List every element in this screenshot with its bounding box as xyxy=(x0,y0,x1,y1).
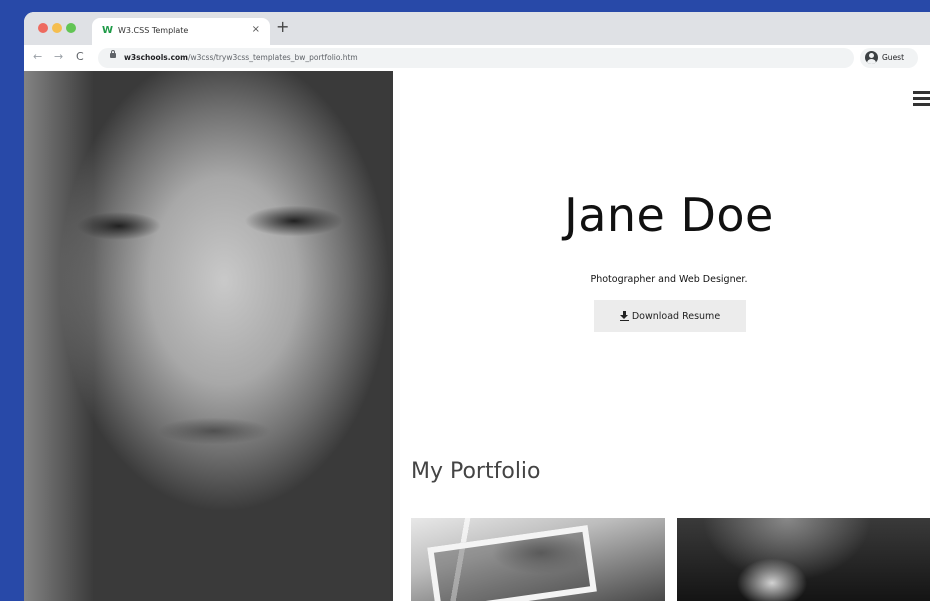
hamburger-icon[interactable] xyxy=(913,91,930,107)
forward-button[interactable]: → xyxy=(54,50,63,64)
lock-icon[interactable] xyxy=(110,50,116,58)
portfolio-thumbnail[interactable] xyxy=(677,518,930,601)
profile-label: Guest xyxy=(882,53,905,62)
hamburger-bar-icon xyxy=(913,97,930,100)
portrait-image xyxy=(24,71,393,601)
reload-button[interactable]: C xyxy=(76,50,84,64)
portfolio-title: My Portfolio xyxy=(411,459,541,484)
tab-strip: W W3.CSS Template × + xyxy=(24,12,930,45)
profile-button[interactable]: Guest xyxy=(860,48,918,68)
url-path: /w3css/tryw3css_templates_bw_portfolio.h… xyxy=(188,53,358,62)
url-host: w3schools.com xyxy=(124,53,188,62)
hero-tagline: Photographer and Web Designer. xyxy=(590,274,748,285)
maximize-window-button[interactable] xyxy=(66,23,76,33)
portfolio-thumbnail[interactable] xyxy=(411,518,665,601)
browser-window: W W3.CSS Template × + ← → C w3schools.co… xyxy=(24,12,930,601)
download-icon xyxy=(619,311,629,321)
download-resume-label: Download Resume xyxy=(631,310,721,322)
close-window-button[interactable] xyxy=(38,23,48,33)
tab-close-icon[interactable]: × xyxy=(252,24,260,35)
tab-w3css-template[interactable]: W W3.CSS Template × xyxy=(92,18,270,45)
minimize-window-button[interactable] xyxy=(52,23,62,33)
download-resume-button[interactable]: Download Resume xyxy=(594,300,746,332)
address-bar[interactable]: w3schools.com/w3css/tryw3css_templates_b… xyxy=(98,48,854,68)
new-tab-button[interactable]: + xyxy=(276,19,289,35)
tab-title: W3.CSS Template xyxy=(118,26,189,35)
hero-name: Jane Doe xyxy=(564,188,774,242)
w3schools-favicon-icon: W xyxy=(102,25,114,36)
back-button[interactable]: ← xyxy=(33,50,42,64)
profile-icon xyxy=(865,51,878,64)
page-content: Jane Doe Photographer and Web Designer. … xyxy=(24,71,930,601)
address-url[interactable]: w3schools.com/w3css/tryw3css_templates_b… xyxy=(124,53,358,62)
hamburger-bar-icon xyxy=(913,103,930,106)
hamburger-bar-icon xyxy=(913,91,930,94)
browser-toolbar: ← → C w3schools.com/w3css/tryw3css_templ… xyxy=(24,45,930,72)
